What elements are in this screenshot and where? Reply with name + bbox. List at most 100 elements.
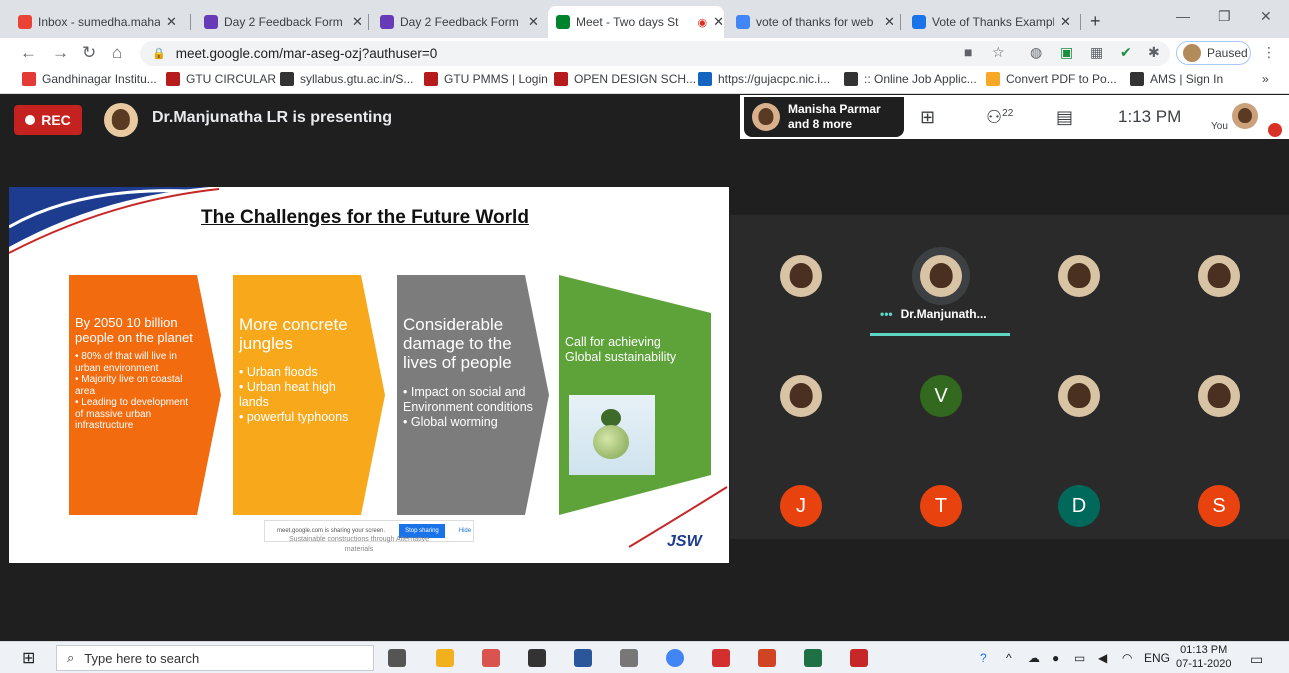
bookmark-star-icon[interactable]: ☆ <box>992 44 1005 61</box>
grid-extension-icon[interactable]: ▦ <box>1090 44 1103 61</box>
calculator-icon[interactable] <box>620 649 638 667</box>
bookmark-icon <box>22 72 36 86</box>
browser-tab[interactable]: Inbox - sumedha.maha ✕ <box>10 6 191 38</box>
participant-tile[interactable]: J <box>780 485 822 527</box>
meet-icon <box>556 15 570 29</box>
participant-tile[interactable]: S <box>1198 485 1240 527</box>
bookmark-icon <box>1130 72 1144 86</box>
bookmark-item[interactable]: AMS | Sign In <box>1130 72 1223 86</box>
presenter-avatar <box>104 103 138 137</box>
home-icon[interactable]: ⌂ <box>112 43 122 63</box>
profile-button[interactable]: Paused <box>1176 41 1251 65</box>
close-tab-icon[interactable]: ✕ <box>713 14 724 30</box>
participant-photo <box>929 262 953 288</box>
powerpoint-icon[interactable] <box>758 649 776 667</box>
bookmark-item[interactable]: :: Online Job Applic... <box>844 72 977 86</box>
language-indicator[interactable]: ENG <box>1144 651 1170 665</box>
notifications-icon[interactable]: ▭ <box>1250 651 1263 668</box>
gmail-icon <box>18 15 32 29</box>
battery-icon[interactable]: ▭ <box>1074 651 1085 665</box>
chat-icon[interactable]: ▤ <box>1056 107 1073 128</box>
self-avatar[interactable] <box>1232 103 1258 129</box>
url-field[interactable]: 🔒 meet.google.com/mar-aseg-ozj?authuser=… <box>140 41 1170 66</box>
participant-tile[interactable]: D <box>1058 485 1100 527</box>
preview-more: and 8 more <box>788 117 853 131</box>
camera-icon[interactable]: ■ <box>964 44 972 60</box>
cloud-icon[interactable]: ☁ <box>1028 651 1040 665</box>
bookmark-label: Convert PDF to Po... <box>1006 72 1117 86</box>
participant-tile[interactable] <box>1198 255 1240 297</box>
bookmark-item[interactable]: Convert PDF to Po... <box>986 72 1117 86</box>
tray-chevron-icon[interactable]: ^ <box>1006 651 1012 665</box>
participant-tile[interactable] <box>1058 255 1100 297</box>
participant-photo <box>1207 262 1231 288</box>
bookmark-item[interactable]: syllabus.gtu.ac.in/S... <box>280 72 413 86</box>
extension-icon[interactable]: ◍ <box>1030 44 1042 61</box>
store-icon[interactable] <box>528 649 546 667</box>
volume-icon[interactable]: ◀ <box>1098 651 1107 665</box>
help-icon[interactable]: ? <box>980 651 987 665</box>
participant-tile[interactable] <box>780 255 822 297</box>
menu-dots-icon[interactable]: ⋮ <box>1262 44 1276 61</box>
participant-avatar <box>752 103 780 131</box>
pdf-reader-icon[interactable] <box>850 649 868 667</box>
task-view-icon[interactable] <box>388 649 406 667</box>
sheets-extension-icon[interactable]: ▣ <box>1060 44 1073 61</box>
participant-tile[interactable] <box>920 255 962 297</box>
bookmark-item[interactable]: https://gujacpc.nic.i... <box>698 72 830 86</box>
taskbar-clock[interactable]: 01:13 PM 07-11-2020 <box>1176 643 1231 671</box>
bookmark-label: syllabus.gtu.ac.in/S... <box>300 72 414 86</box>
bookmark-item[interactable]: Gandhinagar Institu... <box>22 72 157 86</box>
tab-title: Vote of Thanks Example <box>932 15 1054 29</box>
participant-initial: V <box>934 384 948 407</box>
browser-tab[interactable]: Vote of Thanks Example ✕ <box>904 6 1081 38</box>
bookmark-label: AMS | Sign In <box>1150 72 1224 86</box>
chrome-icon[interactable] <box>666 649 684 667</box>
browser-tab[interactable]: Day 2 Feedback Form S ✕ <box>372 6 544 38</box>
people-icon[interactable]: ⚇22 <box>986 107 1013 128</box>
browser-tab[interactable]: Meet - Two days St ◉ ✕ <box>548 6 724 38</box>
browser-tab[interactable]: vote of thanks for web ✕ <box>728 6 901 38</box>
excel-icon[interactable] <box>804 649 822 667</box>
participant-tile[interactable]: V <box>920 375 962 417</box>
close-tab-icon[interactable]: ✕ <box>884 14 895 30</box>
participant-tile[interactable] <box>1058 375 1100 417</box>
participant-tile[interactable] <box>1198 375 1240 417</box>
close-tab-icon[interactable]: ✕ <box>166 14 177 30</box>
paint-icon[interactable] <box>482 649 500 667</box>
reload-icon[interactable]: ↻ <box>82 43 96 63</box>
minimize-icon[interactable]: — <box>1176 8 1190 24</box>
file-explorer-icon[interactable] <box>436 649 454 667</box>
new-tab-button[interactable]: + <box>1090 11 1101 32</box>
wifi-icon[interactable]: ◠ <box>1122 651 1132 665</box>
close-tab-icon[interactable]: ✕ <box>352 14 363 30</box>
bookmark-item[interactable]: OPEN DESIGN SCH... <box>554 72 696 86</box>
puzzle-icon[interactable]: ✱ <box>1148 44 1160 61</box>
word-icon[interactable] <box>574 649 592 667</box>
close-window-icon[interactable]: ✕ <box>1260 8 1272 25</box>
acrobat-icon[interactable] <box>712 649 730 667</box>
bookmarks-more-button[interactable]: » <box>1262 72 1269 86</box>
participant-tile[interactable] <box>780 375 822 417</box>
hide-button[interactable]: Hide <box>459 528 471 534</box>
check-extension-icon[interactable]: ✔ <box>1120 44 1132 61</box>
maximize-icon[interactable]: ❐ <box>1218 8 1231 25</box>
back-icon[interactable]: ← <box>20 43 37 63</box>
speaking-participant-name: ••• Dr.Manjunath... <box>880 307 987 321</box>
preview-name: Manisha Parmar <box>788 102 881 116</box>
participant-tile[interactable]: T <box>920 485 962 527</box>
mic-icon[interactable]: ● <box>1052 651 1059 665</box>
close-tab-icon[interactable]: ✕ <box>528 14 539 30</box>
tab-title: Day 2 Feedback Form S <box>224 15 346 29</box>
bookmark-item[interactable]: GTU PMMS | Login <box>424 72 548 86</box>
close-tab-icon[interactable]: ✕ <box>1060 14 1071 30</box>
layout-icon[interactable]: ⊞ <box>920 107 935 128</box>
browser-tab[interactable]: Day 2 Feedback Form S ✕ <box>196 6 369 38</box>
windows-start-icon[interactable]: ⊞ <box>22 648 35 668</box>
taskbar-time: 01:13 PM <box>1180 644 1228 656</box>
participants-preview[interactable]: Manisha Parmar and 8 more <box>744 97 904 137</box>
forward-icon[interactable]: → <box>52 43 69 63</box>
rec-dot-icon <box>25 115 36 125</box>
bookmark-item[interactable]: GTU CIRCULAR <box>166 72 276 86</box>
taskbar-search[interactable]: ⌕ Type here to search <box>56 645 374 671</box>
